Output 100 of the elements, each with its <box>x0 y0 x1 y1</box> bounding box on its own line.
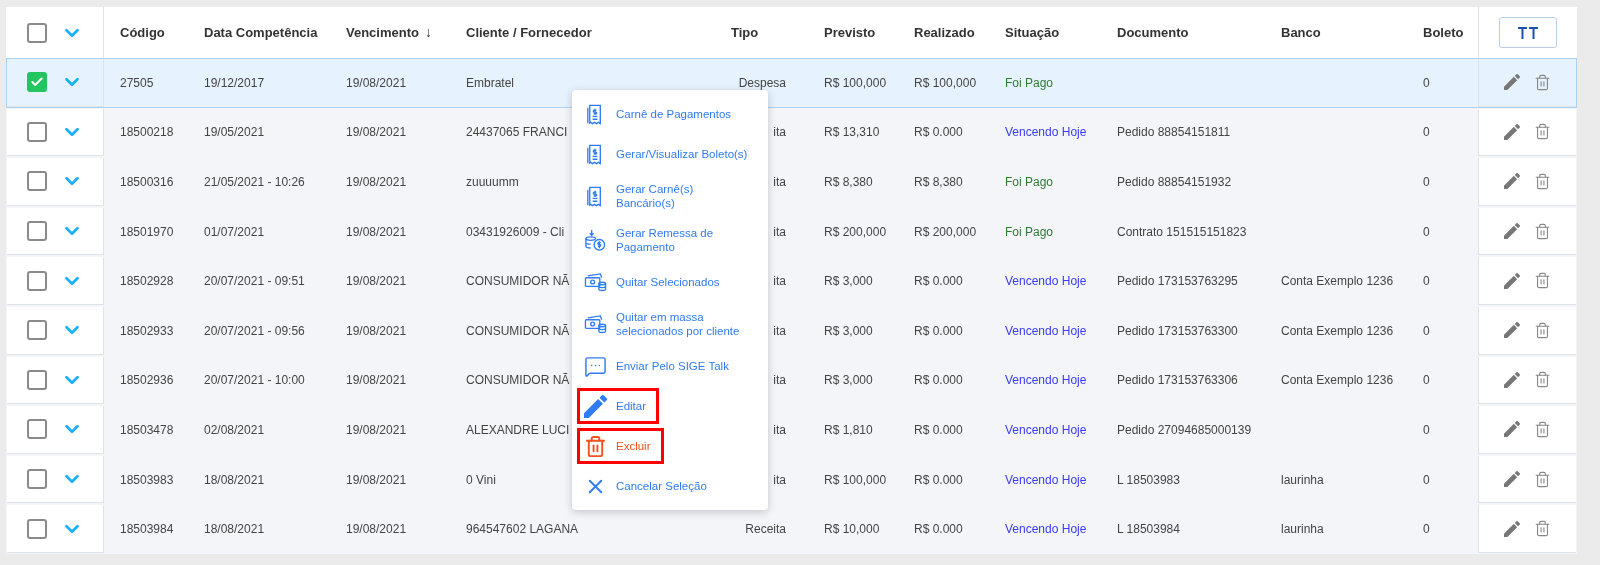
chat-icon <box>584 354 607 378</box>
checkbox[interactable] <box>27 369 47 390</box>
edit-icon <box>1504 123 1520 140</box>
checkbox[interactable] <box>27 72 47 93</box>
table-cell-text: zuuuumm <box>466 174 519 191</box>
table-cell-text: 19/08/2021 <box>346 471 407 489</box>
delete-icon[interactable] <box>1534 520 1551 538</box>
row-selector-cell[interactable] <box>7 108 104 157</box>
checkbox[interactable] <box>27 270 47 291</box>
table-cell-text: 19/08/2021 <box>346 273 407 291</box>
checkbox[interactable] <box>27 469 47 490</box>
table-cell-text: 19/12/2017 <box>204 74 265 92</box>
delete-icon[interactable] <box>1534 420 1551 438</box>
checkbox[interactable] <box>27 419 47 440</box>
column-header[interactable]: Tipo <box>731 22 759 43</box>
menu-item[interactable]: Quitar Selecionados <box>577 264 733 300</box>
table-cell: ita <box>773 373 786 388</box>
table-cell-text: 19/08/2021 <box>346 74 407 92</box>
checkbox[interactable] <box>27 22 47 43</box>
column-header[interactable]: Vencimento <box>346 22 419 43</box>
table-cell-text: laurinha <box>1281 471 1324 489</box>
table-cell-text: 18502928 <box>120 273 174 291</box>
row-selector-cell[interactable] <box>7 406 104 454</box>
column-header[interactable]: Boleto <box>1423 22 1464 43</box>
menu-item[interactable]: Quitar em massa selecionados por cliente <box>577 304 763 344</box>
table-cell-text: 0 <box>1423 471 1430 489</box>
column-header[interactable]: Cliente / Fornecedor <box>466 22 592 43</box>
row-selector-cell[interactable] <box>7 158 104 206</box>
column-header[interactable]: Código <box>120 22 165 43</box>
column-header[interactable]: Realizado <box>914 22 975 43</box>
table-cell-text: 18500218 <box>120 124 174 142</box>
delete-icon[interactable] <box>1534 123 1551 141</box>
table-cell-text: 0 <box>1423 421 1430 439</box>
table-cell-text: 0 <box>1423 223 1430 241</box>
table-cell-text: Pedido 173153763300 <box>1117 322 1238 340</box>
checkbox[interactable] <box>27 518 47 539</box>
column-header[interactable]: Previsto <box>824 22 876 43</box>
table-cell-text: Pedido 173153763306 <box>1117 372 1238 390</box>
delete-icon[interactable] <box>1534 470 1551 488</box>
menu-item[interactable]: Gerar Carnê(s) Bancário(s) <box>577 176 763 216</box>
trash-icon <box>584 434 607 458</box>
table-cell-text: 18/08/2021 <box>204 521 265 539</box>
column-header[interactable]: Situação <box>1005 22 1060 43</box>
table-cell-text: Contrato 151515151823 <box>1117 223 1247 241</box>
table-cell-text: 18/08/2021 <box>204 471 265 489</box>
delete-icon[interactable] <box>1534 321 1551 339</box>
table-cell-text: 0 <box>1423 124 1430 142</box>
column-settings-button[interactable] <box>1499 17 1557 48</box>
status-text: Vencendo Hoje <box>1005 322 1087 340</box>
checkbox[interactable] <box>27 320 47 341</box>
table-cell-text: 0 <box>1423 372 1430 390</box>
row-selector-cell[interactable] <box>7 306 104 355</box>
table-cell-text: 20/07/2021 - 10:00 <box>204 372 305 390</box>
table-cell-text: Embratel <box>466 74 515 92</box>
table-cell-text: 19/08/2021 <box>346 521 407 539</box>
table-cell: Despesa <box>738 75 786 90</box>
table-cell-text: 01/07/2021 <box>204 223 265 241</box>
table-cell-text: R$ 3,000 <box>824 273 873 291</box>
edit-icon <box>1504 371 1520 388</box>
table-cell: ita <box>773 422 786 437</box>
sort-arrow[interactable]: ↓ <box>424 22 432 43</box>
menu-item[interactable]: Cancelar Seleção <box>577 468 720 504</box>
edit-icon <box>1504 322 1520 339</box>
delete-icon[interactable] <box>1534 73 1551 91</box>
menu-item[interactable]: Enviar Pelo SIGE Talk <box>577 348 742 384</box>
table-cell-text: 964547602 LAGANA <box>466 521 579 539</box>
checkbox[interactable] <box>27 171 47 192</box>
table-cell-text: R$ 0.000 <box>914 273 963 291</box>
row-selector-cell[interactable] <box>7 257 104 305</box>
delete-icon[interactable] <box>1534 272 1551 290</box>
delete-icon[interactable] <box>1534 222 1551 240</box>
row-selector-cell[interactable] <box>7 356 104 405</box>
delete-icon[interactable] <box>1534 371 1551 389</box>
table-cell: ita <box>773 175 786 189</box>
column-header[interactable]: Data Competência <box>204 22 318 43</box>
table-cell-text: 19/08/2021 <box>346 124 407 142</box>
menu-item[interactable]: Editar <box>577 388 660 424</box>
table-cell-text: CONSUMIDOR NÃ <box>466 322 570 340</box>
delete-icon[interactable] <box>1534 173 1551 190</box>
menu-item[interactable]: Excluir <box>577 428 664 464</box>
status-text: Vencendo Hoje <box>1005 421 1087 439</box>
checkbox[interactable] <box>27 121 47 142</box>
table-cell: ita <box>773 472 786 487</box>
column-header[interactable]: Banco <box>1281 22 1321 43</box>
menu-item[interactable]: Gerar Remessa de Pagamento <box>577 220 763 260</box>
row-selector-cell[interactable] <box>7 455 104 504</box>
table-cell-text: 19/08/2021 <box>346 174 407 191</box>
menu-item[interactable]: Gerar/Visualizar Boleto(s) <box>577 136 761 172</box>
menu-item[interactable]: Carnê de Pagamentos <box>577 96 745 132</box>
row-selector-cell[interactable] <box>7 505 104 553</box>
column-header[interactable]: Documento <box>1117 22 1189 43</box>
status-text: Vencendo Hoje <box>1005 471 1087 489</box>
table-cell-text: R$ 13,310 <box>824 124 880 142</box>
table-cell-text: R$ 8,380 <box>914 174 963 191</box>
table-cell-text: 18501970 <box>120 223 174 241</box>
checkbox[interactable] <box>27 221 47 242</box>
row-selector-cell[interactable] <box>7 207 104 256</box>
table-cell-text: Conta Exemplo 1236 <box>1281 322 1394 340</box>
table-cell-text: R$ 0.000 <box>914 471 963 489</box>
row-selector-cell[interactable] <box>7 59 104 107</box>
